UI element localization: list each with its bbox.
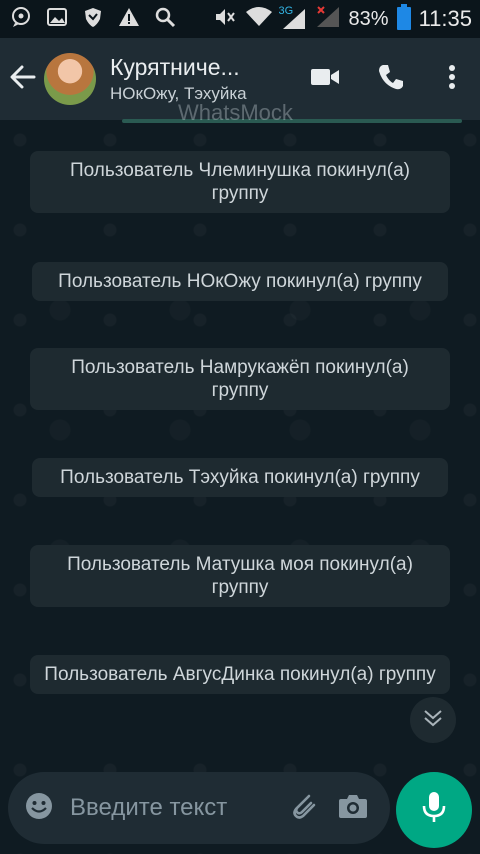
voice-record-button[interactable] [396, 772, 472, 848]
arrow-left-icon [10, 64, 36, 95]
paperclip-icon [287, 790, 319, 827]
double-chevron-down-icon [423, 709, 443, 732]
camera-button[interactable] [328, 772, 378, 844]
image-icon [46, 6, 68, 33]
back-button[interactable] [0, 38, 46, 120]
system-message: Пользователь Тэхуйка покинул(а) группу [32, 458, 448, 497]
signal-3g-icon: 3G [278, 5, 307, 31]
avatar[interactable] [44, 53, 96, 105]
video-camera-icon [310, 66, 340, 93]
voice-call-button[interactable] [358, 38, 424, 120]
scroll-to-bottom-button[interactable] [410, 697, 456, 743]
chat-info[interactable]: Курятниче... НОкОжу, Тэхуйка [110, 53, 270, 105]
system-message: Пользователь НОкОжу покинул(а) группу [32, 262, 448, 301]
more-options-button[interactable] [424, 38, 480, 120]
chat-title: Курятниче... [110, 54, 240, 80]
status-bar: 3G 83% 11:35 [0, 0, 480, 38]
watermark: WhatsMock [178, 100, 293, 125]
system-message: Пользователь Члеминушка покинул(а) групп… [30, 151, 450, 213]
emoji-icon [24, 791, 54, 826]
wifi-icon [245, 6, 273, 33]
camera-icon [338, 793, 368, 824]
shield-icon [82, 6, 104, 33]
search-icon [154, 6, 176, 33]
attach-button[interactable] [278, 772, 328, 844]
microphone-icon [421, 791, 447, 830]
message-composer [8, 772, 390, 844]
clock: 11:35 [418, 6, 472, 31]
system-message: Пользователь Намрукажёп покинул(а) групп… [30, 348, 450, 410]
chat-bubble-icon [10, 6, 32, 33]
message-input[interactable] [70, 794, 270, 822]
more-vert-icon [448, 64, 456, 95]
warning-icon [118, 6, 140, 33]
video-call-button[interactable] [292, 38, 358, 120]
mute-icon [213, 6, 237, 33]
system-message: Пользователь АвгусДинка покинул(а) групп… [30, 655, 450, 694]
system-message: Пользователь Матушка моя покинул(а) груп… [30, 545, 450, 607]
signal-icon [315, 5, 341, 34]
network-label: 3G [278, 5, 294, 17]
battery-percent: 83% [348, 7, 389, 30]
emoji-button[interactable] [8, 772, 70, 844]
phone-icon [377, 63, 405, 96]
battery-icon [396, 3, 411, 35]
